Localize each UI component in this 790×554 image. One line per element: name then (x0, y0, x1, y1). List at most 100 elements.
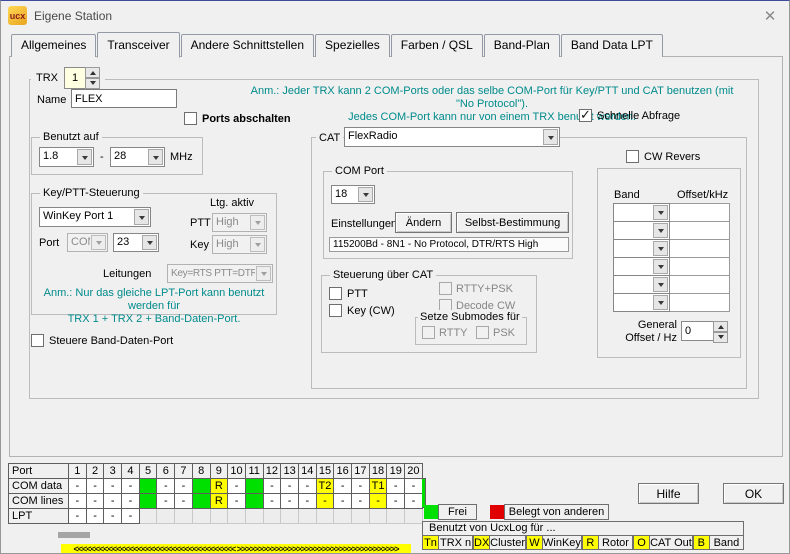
port-number-select[interactable]: 23 (113, 233, 159, 252)
port-table-cell: - (87, 479, 105, 494)
ptt-level-select: High (212, 213, 267, 232)
port-table-scrollbar[interactable] (58, 532, 90, 538)
chevron-down-icon[interactable] (653, 277, 668, 292)
aendern-button[interactable]: Ändern (395, 212, 452, 233)
general-offset-label-line2: Offset / Hz (605, 332, 677, 345)
cw-revers-checkbox[interactable] (626, 150, 639, 163)
port-table-cell (387, 509, 405, 524)
tab-band-data-lpt[interactable]: Band Data LPT (561, 34, 663, 57)
band-offset-input[interactable] (669, 257, 730, 276)
port-table-cell: - (405, 479, 423, 494)
chevron-down-icon[interactable] (358, 187, 373, 202)
usage-code: O (633, 535, 650, 550)
steuerung-cat-title: Steuerung über CAT (330, 268, 436, 282)
close-icon[interactable]: ✕ (758, 5, 782, 27)
frei-color-swatch (424, 505, 438, 519)
port-table-cell: - (334, 494, 352, 509)
port-table-cell: - (104, 479, 122, 494)
port-table-header-cell: 18 (370, 464, 388, 479)
chevron-down-icon[interactable] (543, 129, 558, 145)
band-header: Band (614, 189, 640, 202)
freq-from-select[interactable]: 1.8 (39, 147, 94, 167)
port-table-header-cell: 10 (228, 464, 246, 479)
freq-to-select[interactable]: 28 (110, 147, 165, 167)
band-select[interactable] (613, 203, 670, 222)
submode-rtty-checkbox (422, 326, 435, 339)
trx-name-input[interactable] (71, 89, 177, 108)
usage-code: R (582, 535, 599, 550)
band-select[interactable] (613, 221, 670, 240)
tab-andere-schnittstellen[interactable]: Andere Schnittstellen (181, 34, 314, 57)
spin-down-icon[interactable] (713, 332, 728, 343)
band-offset-row (613, 293, 730, 312)
port-table-row-label: COM data (9, 479, 69, 494)
port-table-cell (264, 509, 282, 524)
general-offset-label-line1: General (605, 319, 677, 332)
chevron-down-icon[interactable] (148, 149, 163, 165)
spin-up-icon[interactable] (713, 321, 728, 332)
cat-ptt-checkbox[interactable] (329, 287, 342, 300)
steuere-band-checkbox[interactable] (31, 334, 44, 347)
band-offset-row (613, 257, 730, 276)
band-select[interactable] (613, 257, 670, 276)
general-offset-label: General Offset / Hz (605, 319, 677, 345)
port-table-header-cell: 13 (281, 464, 299, 479)
chevron-down-icon[interactable] (653, 205, 668, 220)
usage-code: W (526, 535, 543, 550)
usage-label: TRX n (438, 535, 473, 550)
tab-allgemeines[interactable]: Allgemeines (11, 34, 96, 57)
band-offset-input[interactable] (669, 293, 730, 312)
port-table-cell (317, 509, 335, 524)
port-table-edge (422, 478, 426, 508)
spin-up-icon[interactable] (85, 67, 100, 78)
chevron-down-icon[interactable] (653, 241, 668, 256)
leitungen-select: Key=RTS PTT=DTR (167, 264, 273, 283)
submodes-title: Setze Submodes für (418, 310, 522, 324)
spin-down-icon[interactable] (85, 78, 100, 89)
schnelle-abfrage-checkbox[interactable] (579, 109, 592, 122)
chevron-down-icon[interactable] (142, 235, 157, 250)
tab-transceiver[interactable]: Transceiver (97, 32, 179, 58)
band-select-value (614, 294, 652, 311)
chevron-down-icon[interactable] (653, 223, 668, 238)
port-table-cell: - (352, 479, 370, 494)
trx-spinner[interactable]: 1 (64, 67, 100, 89)
port-table-cell: - (317, 494, 335, 509)
selbst-bestimmung-button[interactable]: Selbst-Bestimmung (456, 212, 569, 233)
port-table-cell: - (175, 479, 193, 494)
port-table-cell: - (122, 494, 140, 509)
cat-select[interactable]: FlexRadio (344, 127, 560, 147)
cat-key-cw-checkbox[interactable] (329, 304, 342, 317)
band-offset-input[interactable] (669, 203, 730, 222)
ports-abschalten-checkbox[interactable] (184, 112, 197, 125)
port-table: Port1234567891011121314151617181920COM d… (8, 463, 423, 524)
hilfe-button[interactable]: Hilfe (638, 483, 699, 504)
general-offset-spinner[interactable]: 0 (681, 321, 728, 341)
chevron-down-icon[interactable] (653, 295, 668, 310)
band-select[interactable] (613, 275, 670, 294)
ok-button[interactable]: OK (723, 483, 784, 504)
key-level-value: High (213, 236, 249, 253)
chevron-down-icon[interactable] (134, 209, 149, 225)
band-select[interactable] (613, 239, 670, 258)
port-table-cell: T1 (370, 479, 388, 494)
tab-band-plan[interactable]: Band-Plan (484, 34, 560, 57)
band-offset-input[interactable] (669, 275, 730, 294)
key-mode-select[interactable]: WinKey Port 1 (39, 207, 151, 227)
band-offset-input[interactable] (669, 221, 730, 240)
port-table-cell: - (228, 494, 246, 509)
port-table-cell: - (334, 479, 352, 494)
port-table-cell: - (352, 494, 370, 509)
tab-spezielles[interactable]: Spezielles (315, 34, 390, 57)
chevron-down-icon[interactable] (77, 149, 92, 165)
tab-farben-qsl[interactable]: Farben / QSL (391, 34, 483, 57)
port-table-header-cell: 8 (193, 464, 211, 479)
port-table-cell (157, 509, 175, 524)
band-offset-input[interactable] (669, 239, 730, 258)
chevron-down-icon[interactable] (653, 259, 668, 274)
com-port-select[interactable]: 18 (331, 185, 375, 204)
port-table-header-cell: 1 (69, 464, 87, 479)
port-table-cell: - (264, 479, 282, 494)
port-table-cell: - (104, 509, 122, 524)
band-select[interactable] (613, 293, 670, 312)
